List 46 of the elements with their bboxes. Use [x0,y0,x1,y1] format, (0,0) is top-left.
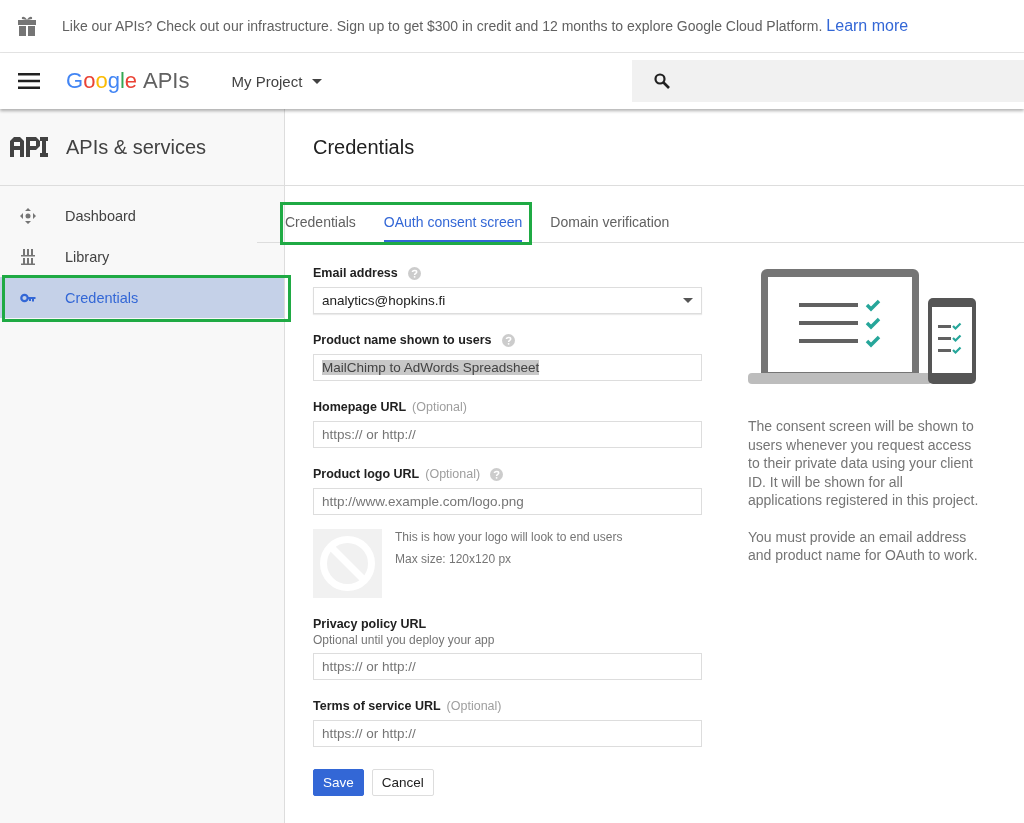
optional-note: (Optional) [425,467,481,481]
field-label: Product logo URL [313,467,420,481]
logo-wordmark: Google [66,68,137,94]
search-field[interactable] [632,60,1024,102]
logo-preview-text: This is how your logo will look to end users [395,529,623,546]
help-icon[interactable] [490,467,504,481]
input-field[interactable]: https:// or http:// [313,421,702,448]
sidebar-item[interactable]: Library [0,236,284,277]
dropdown-caret-icon [683,298,693,303]
sidebar-item[interactable]: Dashboard [0,195,284,236]
page-title: Credentials [313,135,415,159]
field-label: Terms of service URL [313,699,441,713]
search-icon [654,73,670,89]
logo-size-text: Max size: 120x120 px [395,551,513,568]
optional-note: (Optional) [412,400,467,414]
input-field[interactable]: https:// or http:// [313,653,702,680]
email-select[interactable]: analytics@hopkins.fi [313,287,702,314]
help-icon[interactable] [501,333,515,347]
input-field[interactable]: http://www.example.com/logo.png [313,488,702,515]
save-button[interactable]: Save [313,769,364,796]
info-text: You must provide an email address and product name for OAuth to work. [748,527,979,565]
cancel-button[interactable]: Cancel [371,769,434,796]
move-arrows-icon [20,207,36,224]
tab[interactable]: Domain verification [550,214,670,242]
gift-icon [18,16,36,36]
tab[interactable]: Credentials [285,214,356,242]
library-icon [20,248,36,265]
info-text: The consent screen will be shown to users whenever you request access to their private data using your client ID. It will be shown for all applications registered in this project. [748,417,980,510]
logo-suffix: APIs [143,68,190,94]
field-label: Product name shown to users [313,333,492,347]
field-hint: Optional until you deploy your app [313,633,496,647]
menu-icon[interactable] [18,73,40,89]
learn-more-link[interactable]: Learn more [826,17,909,35]
section-title: APIs & services [66,135,207,159]
field-label: Homepage URL [313,400,407,414]
field-label: Email address [313,266,398,280]
optional-note: (Optional) [446,699,502,713]
api-logo-icon [10,137,48,157]
field-label: Privacy policy URL [313,617,427,631]
dropdown-caret-icon [312,78,323,84]
help-icon[interactable] [407,266,421,280]
input-field[interactable]: MailChimp to AdWords Spreadsheet [313,354,702,381]
project-selector[interactable]: My Project [231,72,323,90]
promo-text: Like our APIs? Check out our infrastructure. Sign up to get $300 in credit and 12 months to explore Google Cloud Platform. [62,18,823,34]
tab[interactable]: OAuth consent screen [383,214,523,242]
input-field[interactable]: https:// or http:// [313,720,702,747]
